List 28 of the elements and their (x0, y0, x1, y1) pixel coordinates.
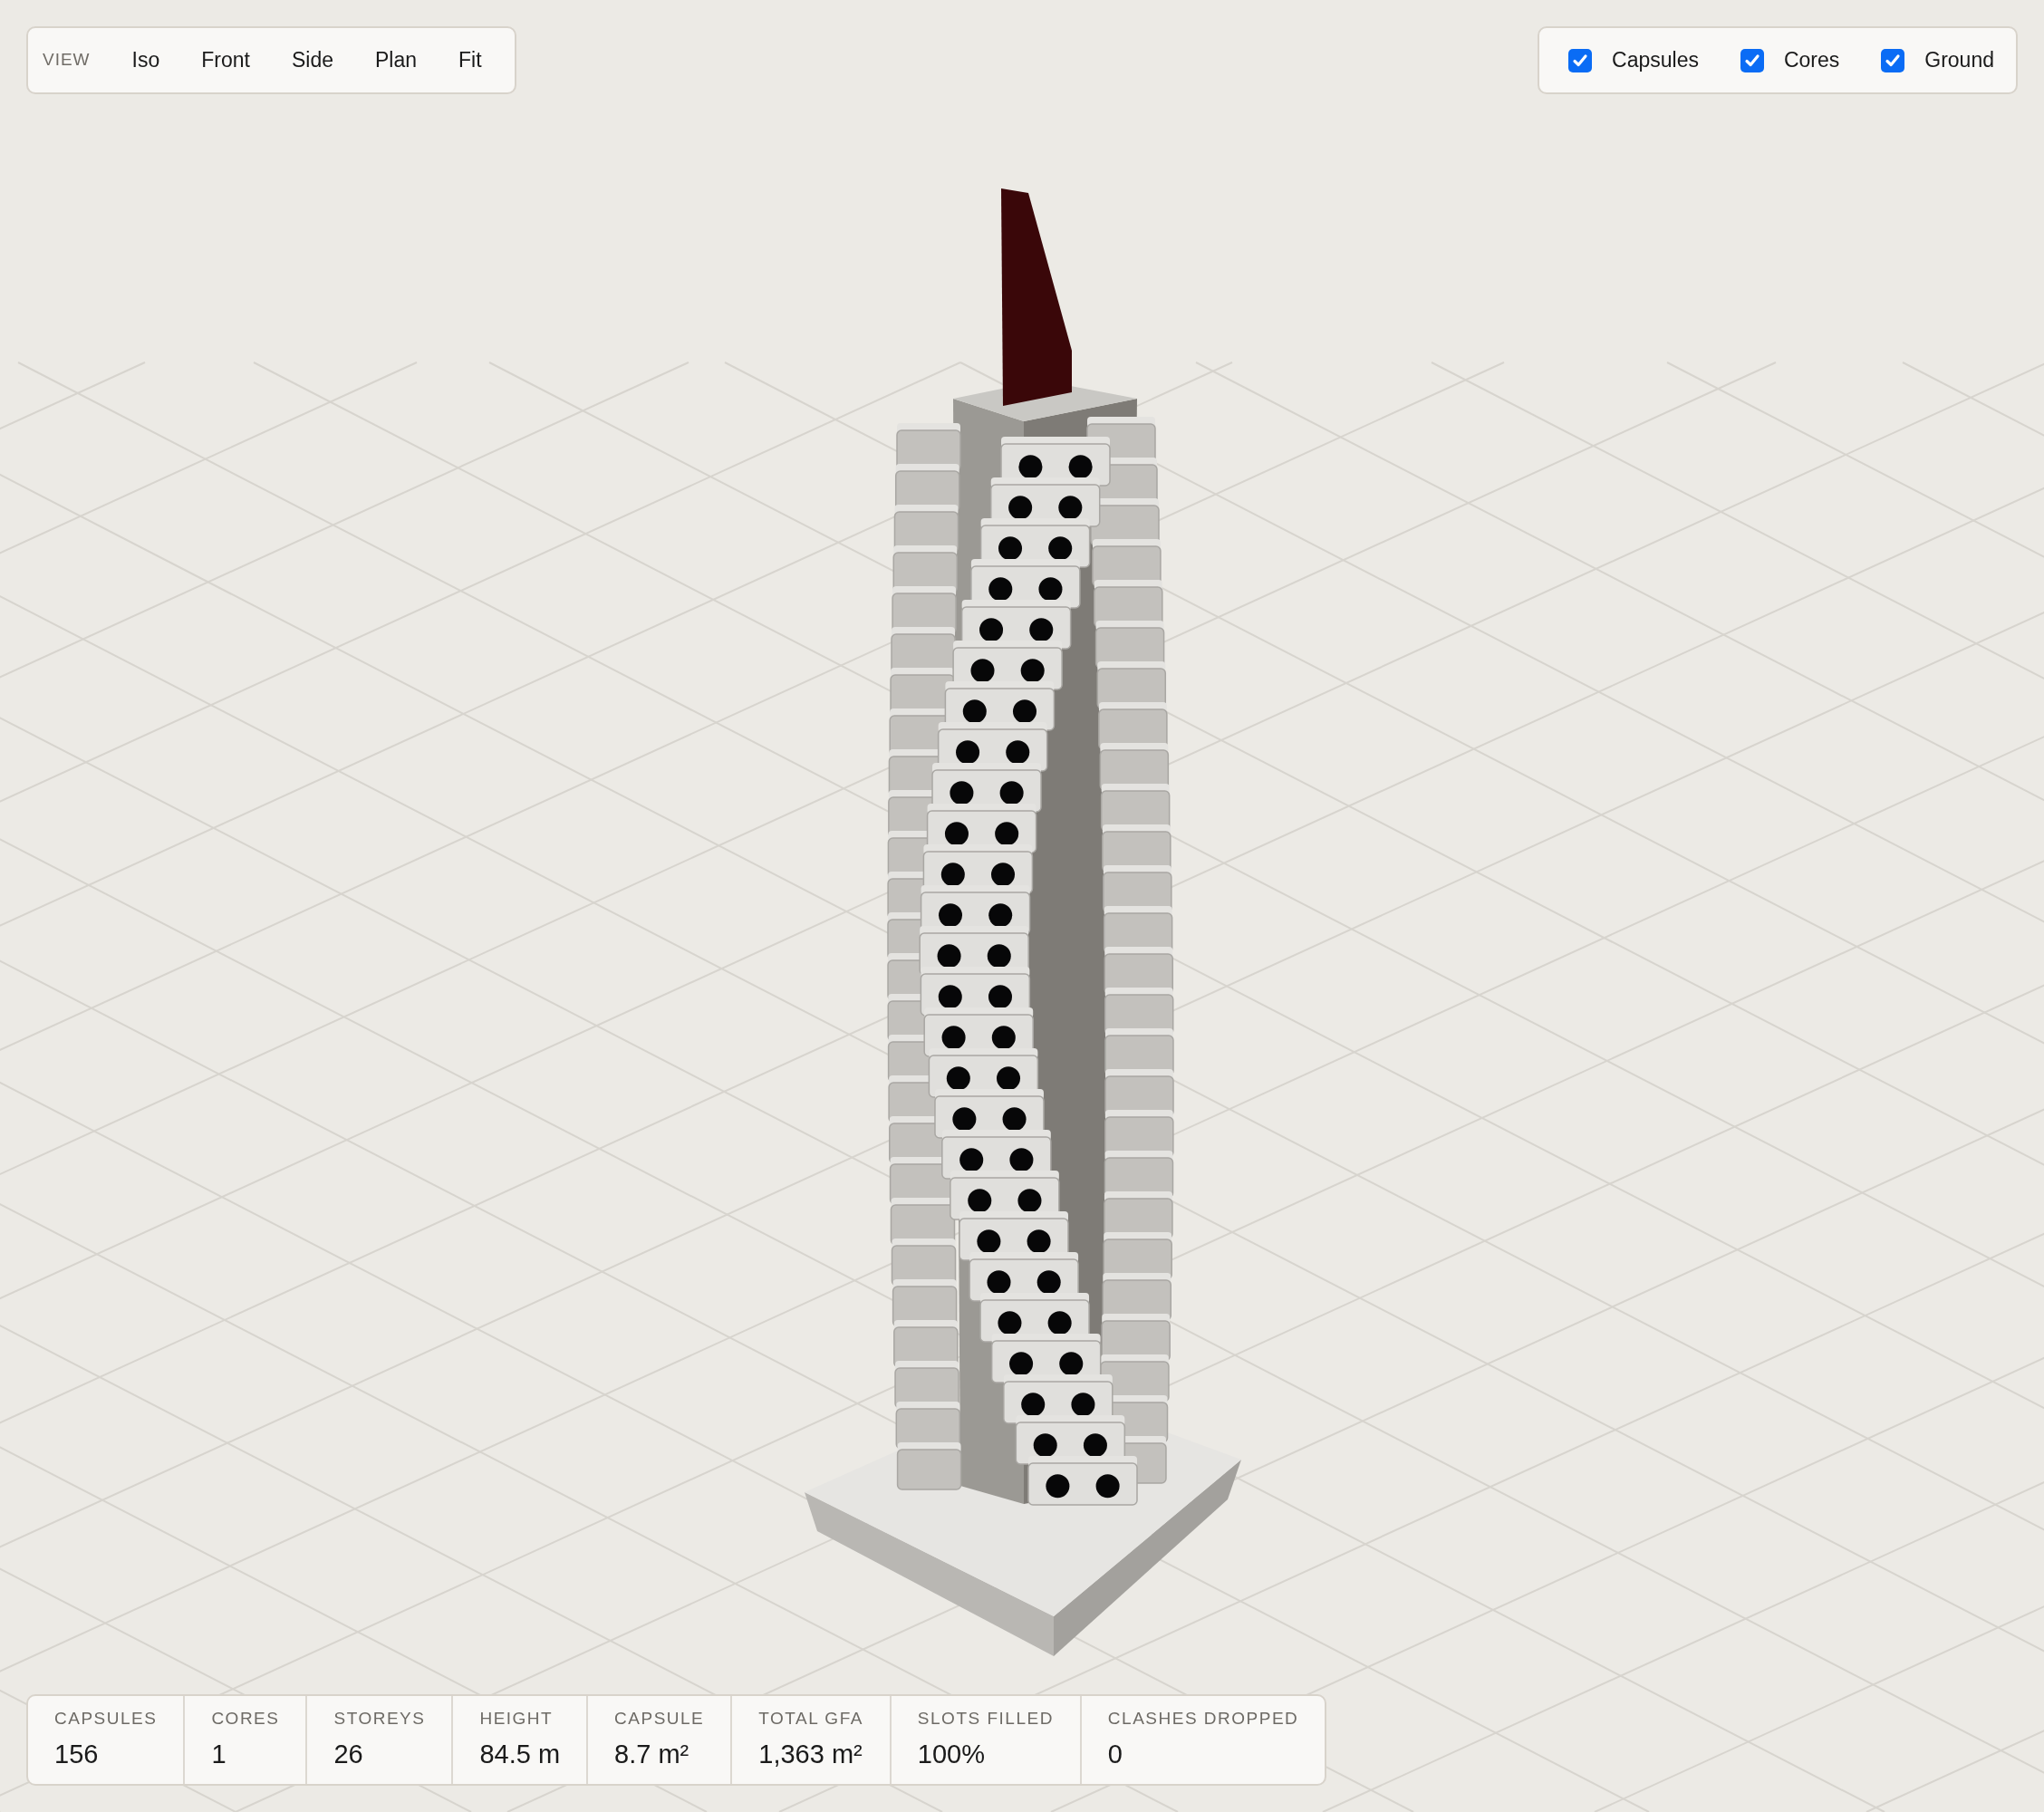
checkbox[interactable] (1740, 48, 1764, 72)
stat-label: SLOTS FILLED (917, 1707, 1054, 1730)
layer-label[interactable]: Capsules (1612, 44, 1699, 76)
stat-label: TOTAL GFA (758, 1707, 863, 1730)
stat-value: 26 (333, 1739, 364, 1770)
layer-label[interactable]: Ground (1924, 44, 1994, 76)
view-button[interactable]: Side (273, 37, 352, 83)
layer-label[interactable]: Cores (1783, 44, 1840, 76)
stat-value: 1 (211, 1739, 227, 1770)
stat-value: 156 (54, 1739, 100, 1770)
checkbox[interactable] (1881, 48, 1905, 72)
stat-label: STOREYS (333, 1707, 426, 1730)
view-button[interactable]: Fit (440, 37, 500, 83)
view-label: VIEW (43, 49, 91, 72)
stat-label: CLASHES DROPPED (1107, 1707, 1299, 1730)
stat-value: 1,363 m² (758, 1739, 863, 1770)
stat-value: 100% (917, 1739, 987, 1770)
stat-label: HEIGHT (479, 1707, 554, 1730)
view-button[interactable]: Front (183, 37, 268, 83)
view-button[interactable]: Plan (357, 37, 436, 83)
stat-value: 0 (1107, 1739, 1123, 1770)
stat-value: 8.7 m² (614, 1739, 690, 1770)
view-button[interactable]: Iso (113, 37, 178, 83)
checkbox[interactable] (1568, 48, 1593, 72)
stat-value: 84.5 m (479, 1739, 561, 1770)
stat-label: CORES (211, 1707, 280, 1730)
stat-label: CAPSULES (54, 1707, 158, 1730)
stat-label: CAPSULE (614, 1707, 705, 1730)
